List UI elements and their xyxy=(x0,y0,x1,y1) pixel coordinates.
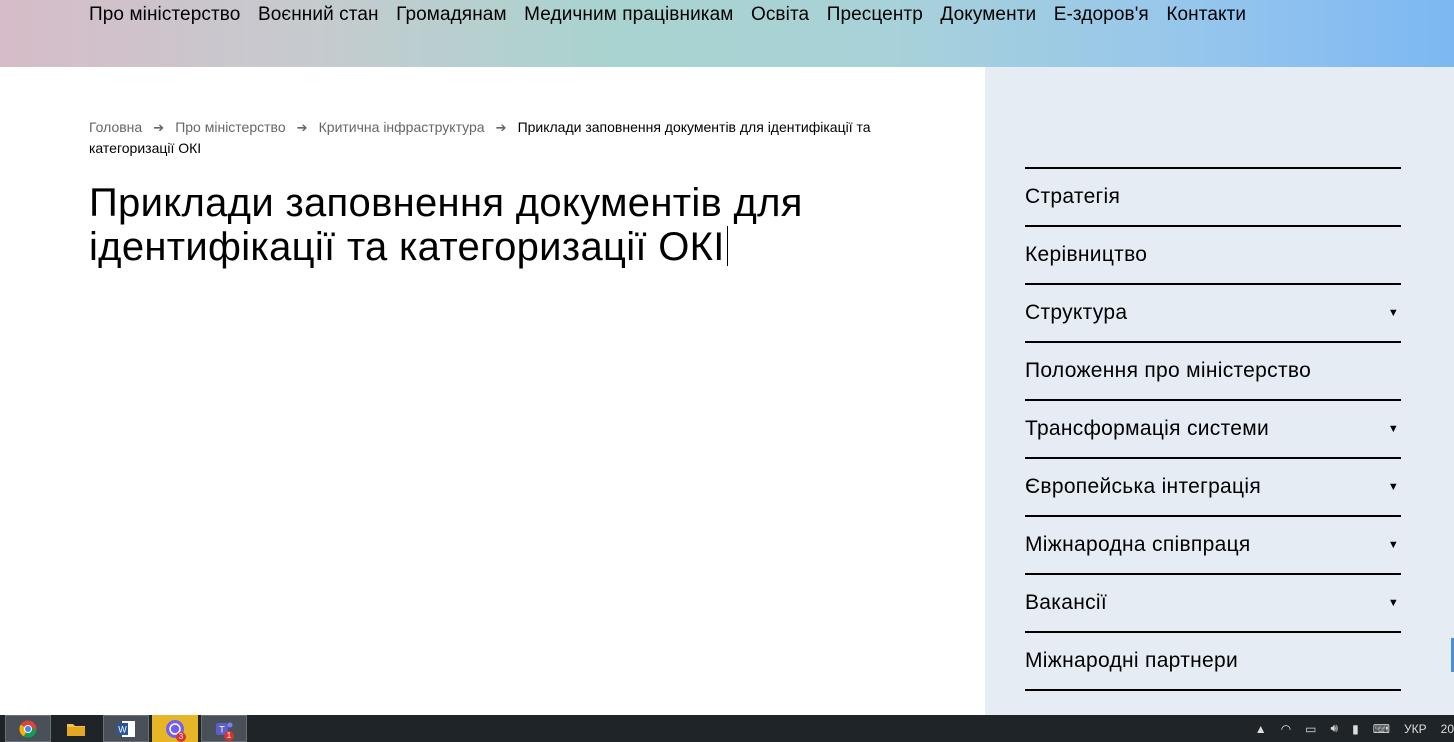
clock[interactable]: 20 xyxy=(1441,722,1454,736)
sidebar-item-label: Положення про міністерство xyxy=(1025,359,1312,382)
nav-item-citizens[interactable]: Громадянам xyxy=(396,4,506,26)
sidebar-item-structure[interactable]: Структура ▼ xyxy=(1025,283,1401,341)
breadcrumb-arrow-icon: ➔ xyxy=(495,120,507,135)
sidebar-item-partial xyxy=(1025,689,1401,715)
sidebar-item-label: Міжнародна співпраця xyxy=(1025,533,1251,556)
sidebar-item-label: Структура xyxy=(1025,301,1128,324)
language-indicator[interactable]: УКР xyxy=(1404,722,1427,736)
breadcrumb-about[interactable]: Про міністерство xyxy=(175,119,285,135)
taskbar-explorer-button[interactable] xyxy=(53,715,99,742)
volume-icon[interactable]: 🔊︎ xyxy=(1331,721,1339,736)
nav-item-medical-workers[interactable]: Медичним працівникам xyxy=(524,4,733,26)
nav-menu: Про міністерство Воєнний стан Громадянам… xyxy=(89,4,1246,26)
wifi-icon[interactable]: ◠ xyxy=(1281,722,1291,736)
sidebar-item-label: Керівництво xyxy=(1025,243,1148,266)
sidebar-item-leadership[interactable]: Керівництво xyxy=(1025,225,1401,283)
sidebar-item-international-cooperation[interactable]: Міжнародна співпраця ▼ xyxy=(1025,515,1401,573)
sidebar-menu: Стратегія Керівництво Структура ▼ Положен… xyxy=(1025,167,1401,715)
caret-down-icon[interactable]: ▼ xyxy=(1388,423,1399,435)
breadcrumb-arrow-icon: ➔ xyxy=(296,120,308,135)
taskbar-chrome-button[interactable] xyxy=(5,715,51,742)
sidebar-item-strategy[interactable]: Стратегія xyxy=(1025,167,1401,225)
taskbar: W 3 T 1 ▲ ◠ ▭ 🔊︎ ▮ ⌨ УКР 20 xyxy=(0,715,1454,742)
page-title: Приклади заповнення документів для ідент… xyxy=(89,181,949,269)
sidebar-item-label: Міжнародні партнери xyxy=(1025,649,1239,672)
nav-item-press-center[interactable]: Пресцентр xyxy=(827,4,923,26)
nav-item-contacts[interactable]: Контакти xyxy=(1166,4,1246,26)
sidebar-item-european-integration[interactable]: Європейська інтеграція ▼ xyxy=(1025,457,1401,515)
breadcrumb: Головна ➔ Про міністерство ➔ Критична інфрас… xyxy=(89,117,959,159)
sidebar-item-system-transformation[interactable]: Трансформація системи ▼ xyxy=(1025,399,1401,457)
folder-icon xyxy=(67,723,85,736)
chrome-icon xyxy=(19,720,37,737)
text-cursor xyxy=(726,226,728,266)
nav-item-about[interactable]: Про міністерство xyxy=(89,4,240,26)
word-icon: W xyxy=(117,720,135,737)
caret-down-icon[interactable]: ▼ xyxy=(1388,597,1399,609)
sidebar-item-international-partners[interactable]: Міжнародні партнери xyxy=(1025,631,1401,689)
taskbar-teams-button[interactable]: T 1 xyxy=(201,715,247,742)
caret-down-icon[interactable]: ▼ xyxy=(1388,307,1399,319)
svg-text:W: W xyxy=(118,724,127,734)
breadcrumb-arrow-icon: ➔ xyxy=(153,120,165,135)
battery-icon[interactable]: ▭ xyxy=(1305,722,1316,736)
system-tray: ▲ ◠ ▭ 🔊︎ ▮ ⌨ УКР 20 xyxy=(1255,715,1454,742)
microphone-icon[interactable]: ▮ xyxy=(1352,722,1359,736)
sidebar-item-regulations[interactable]: Положення про міністерство xyxy=(1025,341,1401,399)
sidebar-item-label: Європейська інтеграція xyxy=(1025,475,1262,498)
tray-chevron-up-icon[interactable]: ▲ xyxy=(1255,722,1267,736)
viber-badge: 3 xyxy=(176,732,186,742)
nav-item-e-health[interactable]: Е-здоров'я xyxy=(1054,4,1149,26)
main-content: Головна ➔ Про міністерство ➔ Критична інфрас… xyxy=(0,67,985,715)
page-title-text: Приклади заповнення документів для ідент… xyxy=(89,181,803,269)
top-navigation: Про міністерство Воєнний стан Громадянам… xyxy=(0,0,1454,67)
taskbar-word-button[interactable]: W xyxy=(103,715,149,742)
taskbar-viber-button[interactable]: 3 xyxy=(152,715,198,742)
teams-badge: 1 xyxy=(224,731,234,741)
sidebar-item-label: Стратегія xyxy=(1025,185,1121,208)
caret-down-icon[interactable]: ▼ xyxy=(1388,539,1399,551)
sidebar-item-label: Вакансії xyxy=(1025,591,1108,614)
sidebar: Стратегія Керівництво Структура ▼ Положен… xyxy=(985,67,1454,715)
nav-item-education[interactable]: Освіта xyxy=(751,4,809,26)
keyboard-icon[interactable]: ⌨ xyxy=(1373,722,1390,736)
breadcrumb-critical-infrastructure[interactable]: Критична інфраструктура xyxy=(319,119,485,135)
sidebar-item-label: Трансформація системи xyxy=(1025,417,1270,440)
nav-item-martial-law[interactable]: Воєнний стан xyxy=(258,4,379,26)
caret-down-icon[interactable]: ▼ xyxy=(1388,481,1399,493)
sidebar-item-vacancies[interactable]: Вакансії ▼ xyxy=(1025,573,1401,631)
nav-item-documents[interactable]: Документи xyxy=(940,4,1036,26)
breadcrumb-home[interactable]: Головна xyxy=(89,119,142,135)
